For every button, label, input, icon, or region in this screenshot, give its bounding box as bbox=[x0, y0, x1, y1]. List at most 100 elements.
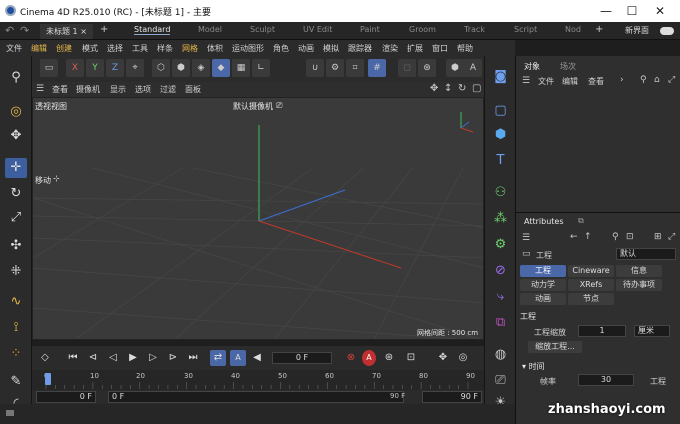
project-scale-unit[interactable]: 厘米 bbox=[634, 325, 670, 337]
redshift-icon[interactable]: A bbox=[464, 59, 482, 77]
sketch-icon[interactable]: ⟟ bbox=[5, 318, 27, 338]
menu-window[interactable]: 窗口 bbox=[432, 43, 448, 54]
motion-record-icon[interactable]: ⊡ bbox=[404, 350, 418, 366]
auto-keying-icon[interactable]: A bbox=[362, 350, 376, 366]
minimize-button[interactable]: — bbox=[596, 3, 616, 19]
go-to-end-icon[interactable]: ⏭ bbox=[186, 350, 200, 366]
objects-menu-edit[interactable]: 编辑 bbox=[562, 76, 578, 87]
objects-more-icon[interactable]: › bbox=[620, 75, 624, 85]
menu-mograph[interactable]: 运动图形 bbox=[232, 43, 264, 54]
objects-search-icon[interactable]: ⚲ bbox=[640, 75, 647, 85]
render-region-icon[interactable]: ◻ bbox=[398, 59, 416, 77]
menu-file[interactable]: 文件 bbox=[6, 43, 22, 54]
subdivision-icon[interactable]: ⚇ bbox=[490, 182, 511, 203]
add-layout-button[interactable]: + bbox=[595, 24, 603, 35]
previous-key-icon[interactable]: ⊲ bbox=[86, 350, 100, 366]
asset-browser-icon[interactable]: ⬢ bbox=[446, 59, 464, 77]
menu-mode[interactable]: 模式 bbox=[82, 43, 98, 54]
fps-field[interactable]: 30 bbox=[578, 374, 634, 386]
attr-tab-dynamics[interactable]: 动力学 bbox=[520, 279, 566, 291]
auto-key-icon[interactable]: A bbox=[230, 350, 246, 366]
sound-icon[interactable]: ◀ bbox=[250, 350, 264, 366]
camera-object-icon[interactable]: ⎚ bbox=[490, 370, 511, 391]
coordinate-system-icon[interactable]: ⌖ bbox=[126, 59, 144, 77]
attributes-search-icon[interactable]: ⚲ bbox=[612, 232, 619, 242]
field-icon[interactable]: ⊘ bbox=[490, 260, 511, 281]
edges-mode-icon[interactable]: ⬢ bbox=[172, 59, 190, 77]
viewport-menu-options[interactable]: 选项 bbox=[135, 84, 151, 95]
close-doc-icon[interactable]: × bbox=[80, 27, 87, 36]
layout-tab-script[interactable]: Script bbox=[514, 25, 537, 34]
y-axis-lock-button[interactable]: Y bbox=[86, 59, 104, 77]
viewport-menu-display[interactable]: 显示 bbox=[110, 84, 126, 95]
up-arrow-icon[interactable]: ↑ bbox=[584, 232, 592, 242]
objects-filter-icon[interactable]: ⌂ bbox=[654, 75, 660, 85]
record-icon[interactable]: ⊗ bbox=[344, 350, 358, 366]
x-axis-lock-button[interactable]: X bbox=[66, 59, 84, 77]
menu-volume[interactable]: 体积 bbox=[207, 43, 223, 54]
tweak-icon[interactable]: ✥ bbox=[5, 126, 27, 146]
menu-help[interactable]: 帮助 bbox=[457, 43, 473, 54]
layout-tab-sculpt[interactable]: Sculpt bbox=[250, 25, 275, 34]
pan-icon[interactable]: ✥ bbox=[430, 83, 438, 94]
play-icon[interactable]: ▶ bbox=[126, 350, 140, 366]
attr-tab-project[interactable]: 工程 bbox=[520, 265, 566, 277]
maximize-button[interactable]: ☐ bbox=[622, 3, 642, 19]
menu-extensions[interactable]: 扩展 bbox=[407, 43, 423, 54]
layout-tab-track[interactable]: Track bbox=[464, 25, 485, 34]
volume-icon[interactable]: ⧉ bbox=[490, 312, 511, 333]
layout-tab-nodes[interactable]: Nod bbox=[565, 25, 581, 34]
snap-settings-icon[interactable]: ⚙ bbox=[326, 59, 344, 77]
axis-tool-icon[interactable]: ⁜ bbox=[5, 262, 27, 282]
axis-mode-icon[interactable]: ∟ bbox=[252, 59, 270, 77]
polygons-mode-icon[interactable]: ◈ bbox=[192, 59, 210, 77]
objects-menu-file[interactable]: 文件 bbox=[538, 76, 554, 87]
viewport-menu-filter[interactable]: 过滤 bbox=[160, 84, 176, 95]
attributes-hamburger-icon[interactable]: ☰ bbox=[522, 233, 530, 243]
previous-frame-icon[interactable]: ◁ bbox=[106, 350, 120, 366]
viewport-camera-label[interactable]: 默认摄像机 bbox=[233, 101, 273, 112]
workplane-icon[interactable]: ⌗ bbox=[346, 59, 364, 77]
cube-icon[interactable]: ⬢ bbox=[490, 124, 511, 145]
mode-select[interactable]: 默认 bbox=[616, 248, 676, 260]
playhead[interactable] bbox=[45, 373, 51, 385]
menu-tools[interactable]: 工具 bbox=[132, 43, 148, 54]
object-manager-icon[interactable]: ◙ bbox=[490, 66, 511, 87]
layout-tab-standard[interactable]: Standard bbox=[134, 25, 171, 35]
menu-render[interactable]: 渲染 bbox=[382, 43, 398, 54]
layout-tab-paint[interactable]: Paint bbox=[360, 25, 380, 34]
menu-mesh[interactable]: 网格 bbox=[182, 43, 198, 54]
add-document-button[interactable]: + bbox=[100, 24, 108, 35]
range-end-field[interactable]: 90 F bbox=[422, 391, 482, 403]
key-position-icon[interactable]: ✥ bbox=[436, 350, 450, 366]
keyframe-icon[interactable]: ◇ bbox=[38, 350, 52, 366]
loop-icon[interactable]: ⇄ bbox=[210, 350, 226, 366]
lock-icon[interactable]: ⊡ bbox=[626, 232, 634, 242]
tab-objects[interactable]: 对象 bbox=[524, 61, 540, 72]
points-mode-icon[interactable]: ⬡ bbox=[152, 59, 170, 77]
new-panel-icon[interactable]: ⊞ bbox=[654, 232, 662, 242]
cloner-icon[interactable]: ⁂ bbox=[490, 208, 511, 229]
attr-tab-cineware[interactable]: Cineware bbox=[568, 265, 614, 277]
text-spline-icon[interactable]: T bbox=[490, 150, 511, 171]
menu-tracker[interactable]: 跟踪器 bbox=[348, 43, 372, 54]
viewport-menu-camera[interactable]: 摄像机 bbox=[76, 84, 100, 95]
environment-icon[interactable]: ◍ bbox=[490, 344, 511, 365]
objects-menu-view[interactable]: 查看 bbox=[588, 76, 604, 87]
menu-simulate[interactable]: 模拟 bbox=[323, 43, 339, 54]
sculpt-icon[interactable]: ⁘ bbox=[5, 344, 27, 364]
redo-icon[interactable]: ↷ bbox=[20, 24, 29, 37]
perspective-viewport[interactable]: 透视视图 默认摄像机 ⎚ 移动 ⊹ 网格间距 : 500 cm bbox=[32, 97, 484, 340]
next-frame-icon[interactable]: ▷ bbox=[146, 350, 160, 366]
transform-icon[interactable]: ✣ bbox=[5, 236, 27, 256]
back-arrow-icon[interactable]: ← bbox=[570, 232, 578, 242]
viewport-menu-view[interactable]: 查看 bbox=[52, 84, 68, 95]
viewport-menu-panel[interactable]: 面板 bbox=[185, 84, 201, 95]
menu-animate[interactable]: 动画 bbox=[298, 43, 314, 54]
attr-tab-nodes[interactable]: 节点 bbox=[568, 293, 614, 305]
tab-attributes[interactable]: Attributes bbox=[524, 217, 564, 226]
menu-edit[interactable]: 编辑 bbox=[31, 43, 47, 54]
time-section-header[interactable]: ▾ 时间 bbox=[522, 361, 545, 372]
menu-character[interactable]: 角色 bbox=[273, 43, 289, 54]
next-key-icon[interactable]: ⊳ bbox=[166, 350, 180, 366]
